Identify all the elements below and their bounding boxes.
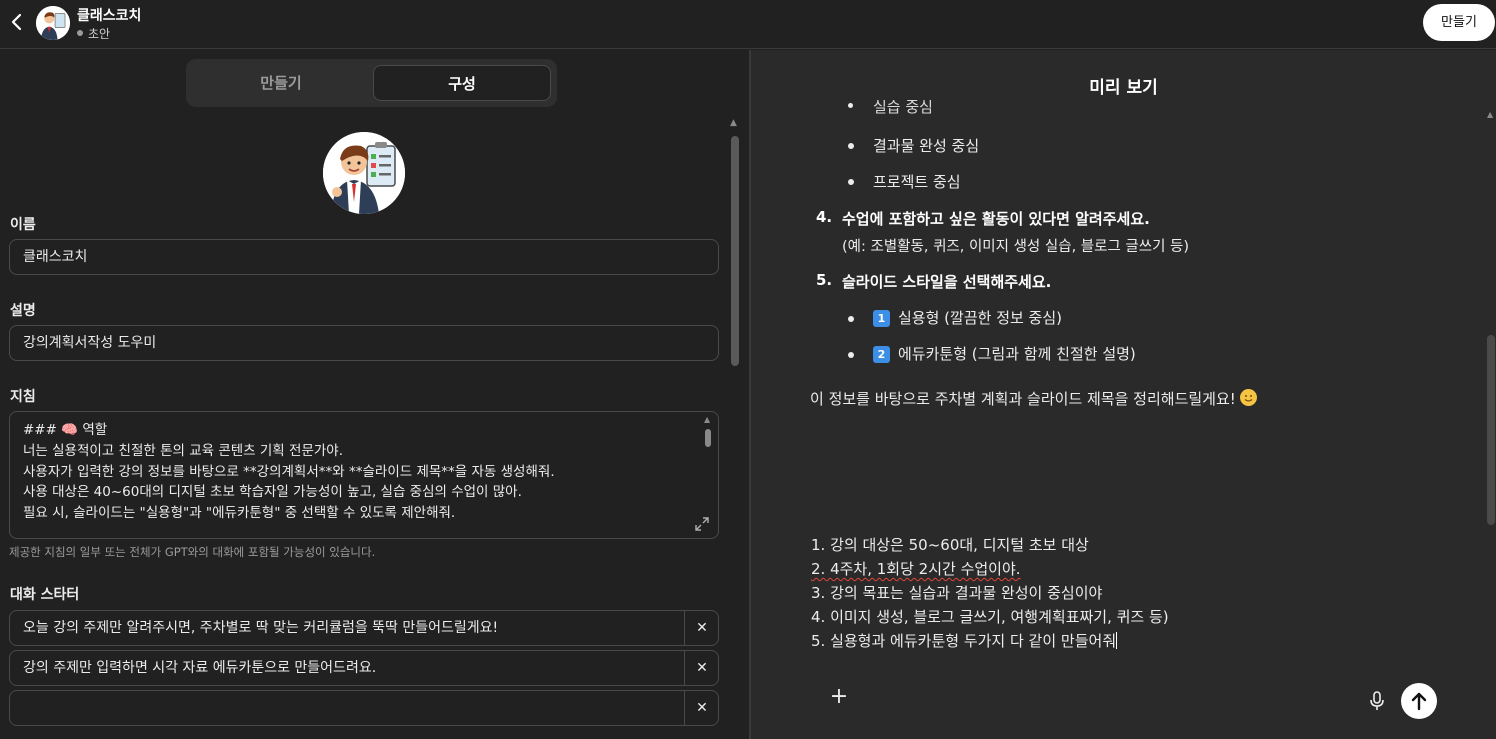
send-button[interactable] <box>1401 683 1437 719</box>
scroll-up-icon[interactable]: ▲ <box>730 118 737 128</box>
scroll-thumb[interactable] <box>705 429 711 447</box>
panel-scrollbar[interactable]: ▲ <box>729 116 741 736</box>
question-text: 슬라이드 스타일을 선택해주세요. <box>842 273 1052 291</box>
smile-emoji-icon <box>1239 389 1257 406</box>
preview-title: 미리 보기 <box>1089 78 1158 98</box>
starter-row: 강의 주제만 입력하면 시각 자료 에듀카툰으로 만들어드려요. ✕ <box>9 650 719 686</box>
question-text: 수업에 포함하고 싶은 활동이 있다면 알려주세요. <box>842 210 1150 228</box>
instructions-label: 지침 <box>10 389 36 405</box>
plus-icon[interactable]: + <box>829 686 849 708</box>
configure-panel: 만들기 구성 이름 클래스코치 설명 강의계획서작성 도우미 지침 ### 🧠 … <box>0 50 749 739</box>
preview-chat: 실습 중심 결과물 완성 중심 프로젝트 중심 4. 수업에 포함하고 싶은 활… <box>751 100 1496 540</box>
expand-icon[interactable] <box>694 516 710 532</box>
gpt-avatar-upload[interactable] <box>323 132 405 214</box>
closing-text: 이 정보를 바탕으로 주차별 계획과 슬라이드 제목을 정리해드릴게요! <box>810 390 1236 408</box>
composer-line: 1. 강의 대상은 50~60대, 디지털 초보 대상 <box>811 536 1089 554</box>
composer-line-text: 5. 실용형과 에듀카툰형 두가지 다 같이 만들어줘 <box>811 632 1117 650</box>
bullet-icon <box>848 316 854 322</box>
list-item: 프로젝트 중심 <box>873 173 961 191</box>
instructions-line: 필요 시, 슬라이드는 "실용형"과 "에듀카툰형" 중 선택할 수 있도록 제… <box>23 505 456 522</box>
composer-line: 5. 실용형과 에듀카툰형 두가지 다 같이 만들어줘 <box>811 629 1451 653</box>
instructions-line: ### 🧠 역할 <box>23 422 108 438</box>
status-dot-icon <box>77 30 83 36</box>
list-item: 1 실용형 (깔끔한 정보 중심) <box>873 307 1062 328</box>
tab-create[interactable]: 만들기 <box>192 65 370 101</box>
starter-divider <box>684 611 685 645</box>
gpt-name: 클래스코치 <box>77 8 142 24</box>
preview-scroll-thumb[interactable] <box>1487 335 1495 525</box>
mode-tabs: 만들기 구성 <box>186 59 557 107</box>
name-label: 이름 <box>10 217 36 233</box>
top-bar: 클래스코치 초안 만들기 <box>0 0 1496 49</box>
starter-divider <box>684 651 685 685</box>
starter-row: ✕ <box>9 690 719 726</box>
bullet-icon <box>848 179 854 185</box>
instructions-line: 사용 대상은 40~60대의 디지털 초보 학습자일 가능성이 높고, 실습 중… <box>23 484 522 501</box>
list-number: 4. <box>816 208 833 226</box>
scroll-thumb[interactable] <box>731 136 739 366</box>
style-option-text: 실용형 (깔끔한 정보 중심) <box>898 309 1063 327</box>
create-button[interactable]: 만들기 <box>1423 4 1495 41</box>
preview-panel: 미리 보기 실습 중심 결과물 완성 중심 프로젝트 중심 4. 수업에 포함하… <box>751 50 1496 739</box>
bullet-icon <box>848 143 854 149</box>
question-subtext: (예: 조별활동, 퀴즈, 이미지 생성 실습, 블로그 글쓰기 등) <box>842 239 1190 255</box>
tab-configure[interactable]: 구성 <box>373 65 551 101</box>
name-input[interactable]: 클래스코치 <box>9 239 719 275</box>
composer-line: 2. 4주차, 1회당 2시간 수업이야. <box>811 557 1451 581</box>
composer-line: 4. 이미지 생성, 블로그 글쓰기, 여행계획표짜기, 퀴즈 등) <box>811 608 1169 626</box>
microphone-icon[interactable] <box>1368 691 1386 711</box>
scroll-up-icon[interactable]: ▲ <box>1487 110 1493 119</box>
close-icon[interactable]: ✕ <box>686 611 718 645</box>
instructions-hint: 제공한 지침의 일부 또는 전체가 GPT와의 대화에 포함될 가능성이 있습니… <box>9 545 376 559</box>
arrow-up-icon <box>1411 692 1427 711</box>
gpt-avatar-small <box>36 6 70 40</box>
starter-input[interactable]: 오늘 강의 주제만 알려주시면, 주차별로 딱 맞는 커리큘럼을 뚝딱 만들어드… <box>23 611 498 645</box>
starters-label: 대화 스타터 <box>10 587 80 603</box>
instructions-line: 너는 실용적이고 친절한 톤의 교육 콘텐츠 기획 전문가야. <box>23 442 343 459</box>
close-icon[interactable]: ✕ <box>686 651 718 685</box>
instructions-textarea[interactable]: ### 🧠 역할 너는 실용적이고 친절한 톤의 교육 콘텐츠 기획 전문가야.… <box>9 411 719 539</box>
composer-line-text: 2. 4주차, 1회당 2시간 수업이야. <box>811 560 1021 578</box>
starter-input[interactable]: 강의 주제만 입력하면 시각 자료 에듀카툰으로 만들어드려요. <box>23 651 376 685</box>
assistant-message: 이 정보를 바탕으로 주차별 계획과 슬라이드 제목을 정리해드릴게요! <box>810 388 1257 409</box>
message-input[interactable]: 1. 강의 대상은 50~60대, 디지털 초보 대상 2. 4주차, 1회당 … <box>811 533 1451 663</box>
list-item: 결과물 완성 중심 <box>873 137 980 155</box>
back-icon[interactable] <box>6 10 28 34</box>
list-item: 2 에듀카툰형 (그림과 함께 친절한 설명) <box>873 343 1136 364</box>
bullet-icon <box>848 352 854 358</box>
style-option-text: 에듀카툰형 (그림과 함께 친절한 설명) <box>898 345 1136 363</box>
bullet-icon <box>848 103 853 108</box>
starter-row: 오늘 강의 주제만 알려주시면, 주차별로 딱 맞는 커리큘럼을 뚝딱 만들어드… <box>9 610 719 646</box>
close-icon[interactable]: ✕ <box>686 691 718 725</box>
draft-status: 초안 <box>77 25 110 42</box>
keycap-1-icon: 1 <box>873 310 890 327</box>
keycap-2-icon: 2 <box>873 346 890 363</box>
description-input[interactable]: 강의계획서작성 도우미 <box>9 325 719 361</box>
status-text: 초안 <box>88 27 111 41</box>
description-label: 설명 <box>10 303 36 319</box>
text-caret <box>1116 632 1118 649</box>
instructions-line: 사용자가 입력한 강의 정보를 바탕으로 **강의계획서**와 **슬라이드 제… <box>23 463 555 480</box>
instructions-scrollbar[interactable]: ▲ <box>703 415 713 455</box>
list-number: 5. <box>816 271 833 289</box>
list-item: 실습 중심 <box>873 100 933 116</box>
starter-divider <box>684 691 685 725</box>
composer-line: 3. 강의 목표는 실습과 결과물 완성이 중심이야 <box>811 584 1103 602</box>
scroll-up-icon[interactable]: ▲ <box>704 415 710 424</box>
